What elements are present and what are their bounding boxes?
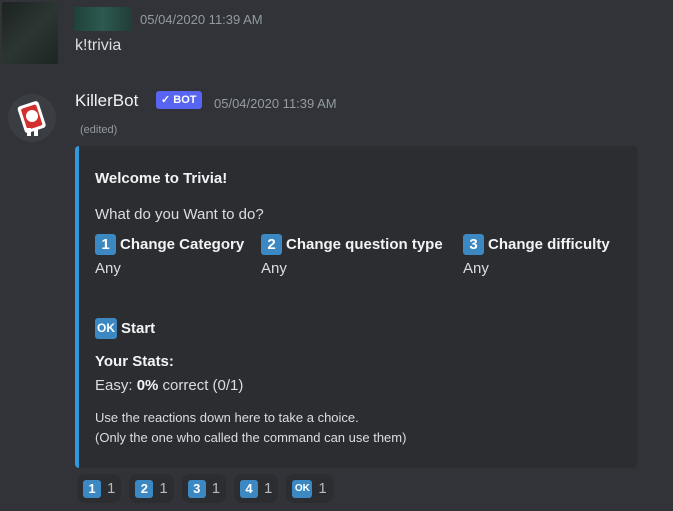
message-timestamp: 05/04/2020 11:39 AM — [140, 12, 263, 27]
bot-username[interactable]: KillerBot — [75, 91, 138, 111]
username-blurred[interactable] — [74, 7, 132, 31]
field-difficulty: 3 Change difficulty Any — [463, 234, 610, 277]
keycap-2-icon: 2 — [135, 479, 154, 498]
field-category: 1 Change Category Any — [95, 234, 244, 277]
ok-icon: OK — [292, 479, 313, 498]
embed-question: What do you Want to do? — [95, 206, 264, 223]
field-name: Change Category — [120, 236, 245, 253]
reaction-count: 1 — [211, 480, 221, 497]
verified-check-icon: ✓ — [161, 94, 171, 106]
message-text: k!trivia — [75, 37, 122, 54]
edited-indicator: (edited) — [80, 124, 118, 136]
start-label: Start — [121, 320, 156, 337]
reaction-count: 1 — [159, 480, 168, 497]
field-value: Any — [463, 260, 489, 277]
field-value: Any — [261, 260, 287, 277]
reaction-ok[interactable]: OK 1 — [286, 474, 333, 503]
stats-heading: Your Stats: — [95, 353, 174, 370]
field-name: Change difficulty — [488, 236, 610, 253]
reaction-1[interactable]: 11 — [77, 474, 122, 503]
keycap-1-icon: 1 — [83, 479, 101, 498]
user-avatar[interactable] — [2, 2, 58, 64]
embed-footer-line2: (Only the one who called the command can… — [95, 430, 407, 445]
bot-badge-label: BOT — [173, 94, 197, 106]
reaction-count: 1 — [264, 480, 273, 497]
reaction-count: 1 — [107, 480, 116, 497]
bot-avatar[interactable] — [8, 94, 56, 142]
field-question-type: 2 Change question type Any — [261, 234, 443, 277]
stats-value: Easy: 0% correct (0/1) — [95, 377, 243, 394]
start-option: OK Start — [95, 318, 155, 339]
reaction-4[interactable]: 41 — [234, 474, 279, 503]
message-timestamp: 05/04/2020 11:39 AM — [214, 96, 337, 111]
bot-badge: ✓ BOT — [156, 91, 202, 109]
reaction-count: 1 — [318, 480, 327, 497]
keycap-3-icon: 3 — [463, 234, 484, 255]
trivia-embed: Welcome to Trivia! What do you Want to d… — [75, 146, 637, 468]
keycap-3-icon: 3 — [187, 479, 206, 498]
field-name: Change question type — [286, 236, 443, 253]
embed-title: Welcome to Trivia! — [95, 170, 228, 187]
field-value: Any — [95, 260, 121, 277]
stats-prefix: Easy: — [95, 377, 137, 394]
keycap-2-icon: 2 — [261, 234, 282, 255]
ok-icon: OK — [95, 318, 117, 339]
stats-suffix: correct (0/1) — [158, 377, 244, 394]
reaction-3[interactable]: 31 — [181, 474, 227, 503]
keycap-4-icon: 4 — [240, 479, 259, 498]
reactions-bar: 11 21 31 41 OK 1 — [77, 474, 333, 503]
embed-footer-line1: Use the reactions down here to take a ch… — [95, 410, 359, 425]
stats-percent: 0% — [136, 377, 159, 394]
killerbot-logo-icon — [8, 94, 56, 142]
keycap-1-icon: 1 — [95, 234, 116, 255]
reaction-2[interactable]: 21 — [129, 474, 174, 503]
